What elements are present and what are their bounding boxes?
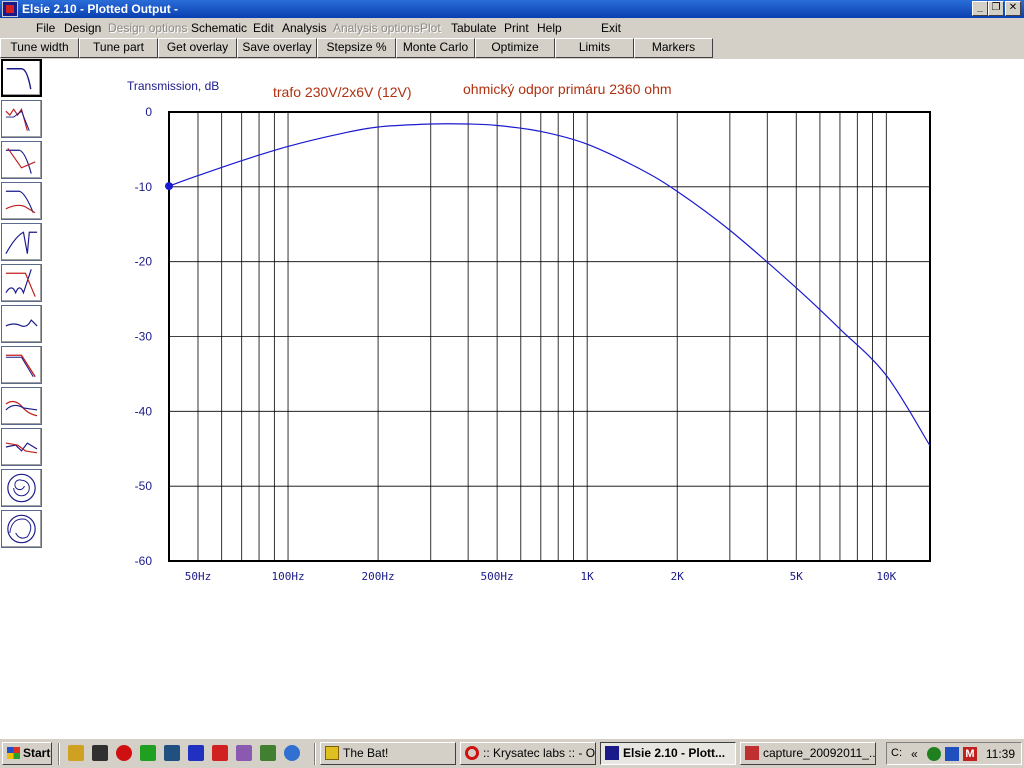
y-tick-label: -40 <box>135 404 153 418</box>
y-tick-label: -10 <box>135 180 153 194</box>
task-elsie[interactable]: Elsie 2.10 - Plott... <box>600 742 736 765</box>
task-opera[interactable]: :: Krysatec labs :: - O... <box>460 742 596 765</box>
tray-mail-icon[interactable]: M <box>963 747 977 761</box>
tray-drive-label: C: <box>891 747 902 759</box>
marker-point <box>165 182 173 191</box>
info-icon[interactable] <box>236 745 252 761</box>
y-tick-label: -60 <box>135 554 153 568</box>
x-tick-label: 10K <box>876 570 896 583</box>
task-label: The Bat! <box>343 746 389 760</box>
separator <box>314 743 316 765</box>
tray-expand-icon[interactable]: « <box>911 747 918 761</box>
start-label: Start <box>23 746 51 760</box>
system-tray: C: « M 11:39 <box>886 742 1022 765</box>
taskbar: Start The Bat! :: Krysatec labs :: - O..… <box>0 738 1024 768</box>
x-tick-label: 100Hz <box>271 570 304 583</box>
x-tick-label: 5K <box>790 570 804 583</box>
annotation-transformer: trafo 230V/2x6V (12V) <box>273 84 412 100</box>
x-tick-label: 500Hz <box>481 570 514 583</box>
plot-area: Transmission, dB trafo 230V/2x6V (12V) o… <box>127 79 931 583</box>
y-axis-label: Transmission, dB <box>127 79 219 93</box>
opera-icon <box>465 746 479 760</box>
refresh-icon[interactable] <box>284 745 300 761</box>
bat-icon[interactable] <box>92 745 108 761</box>
frog-icon[interactable] <box>140 745 156 761</box>
task-the-bat[interactable]: The Bat! <box>320 742 456 765</box>
annotation-resistance: ohmický odpor primáru 2360 ohm <box>463 81 672 97</box>
x-tick-label: 50Hz <box>185 570 212 583</box>
separator <box>58 743 60 765</box>
x-tick-label: 2K <box>671 570 685 583</box>
y-tick-label: -20 <box>135 255 153 269</box>
task-capture[interactable]: capture_20092011_... <box>740 742 876 765</box>
x-tick-label: 1K <box>581 570 595 583</box>
grid <box>169 111 930 562</box>
y-tick-label: 0 <box>145 105 152 119</box>
x-tick-label: 200Hz <box>362 570 395 583</box>
transmission-curve <box>168 123 931 447</box>
task-label: Elsie 2.10 - Plott... <box>623 746 726 760</box>
winamp-icon[interactable] <box>68 745 84 761</box>
capture-icon <box>745 746 759 760</box>
opera-icon[interactable] <box>116 745 132 761</box>
splash-icon[interactable] <box>212 745 228 761</box>
task-label: :: Krysatec labs :: - O... <box>483 746 596 760</box>
y-tick-labels: 0 -10 -20 -30 -40 -50 -60 <box>135 105 153 568</box>
y-tick-label: -30 <box>135 330 153 344</box>
shield-icon[interactable] <box>164 745 180 761</box>
x-tick-labels: 50Hz 100Hz 200Hz 500Hz 1K 2K 5K 10K <box>185 570 897 583</box>
y-tick-label: -50 <box>135 479 153 493</box>
elsie-icon <box>605 746 619 760</box>
series <box>165 123 931 447</box>
floppy-icon[interactable] <box>188 745 204 761</box>
task-label: capture_20092011_... <box>763 746 876 760</box>
start-button[interactable]: Start <box>2 742 52 765</box>
tray-icon[interactable] <box>260 745 276 761</box>
windows-logo-icon <box>7 747 20 759</box>
tray-virus-icon[interactable] <box>927 747 941 761</box>
bat-icon <box>325 746 339 760</box>
clock[interactable]: 11:39 <box>986 747 1015 761</box>
tray-network-icon[interactable] <box>945 747 959 761</box>
